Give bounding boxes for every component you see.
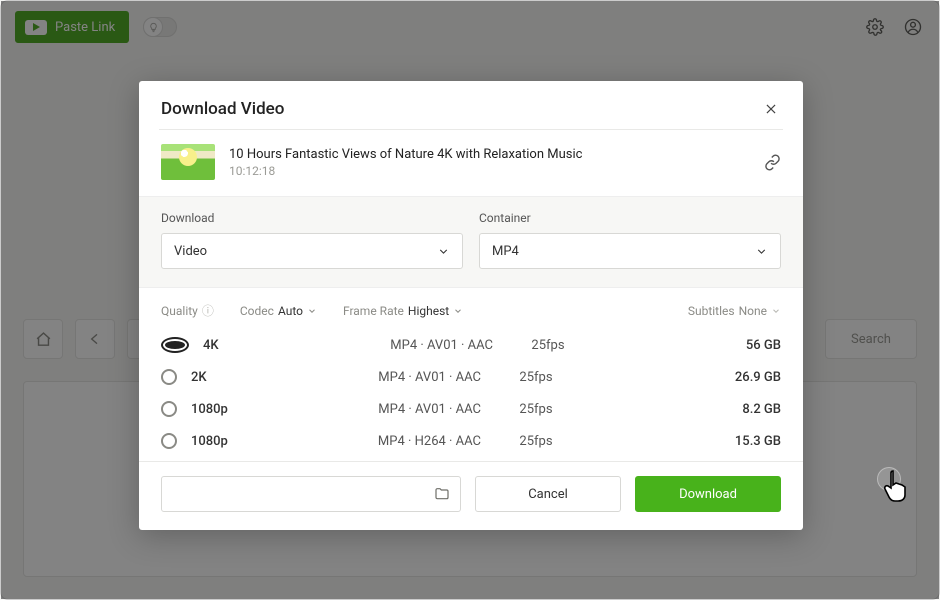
- download-label: Download: [161, 211, 463, 225]
- close-icon[interactable]: [761, 99, 781, 119]
- download-type-select[interactable]: Video: [161, 233, 463, 269]
- fps-value: 25fps: [493, 338, 603, 353]
- link-icon[interactable]: [764, 154, 781, 171]
- size-value: 8.2 GB: [591, 402, 781, 417]
- save-path-field[interactable]: [161, 476, 461, 512]
- container-select[interactable]: MP4: [479, 233, 781, 269]
- video-title: 10 Hours Fantastic Views of Nature 4K wi…: [229, 147, 750, 162]
- chevron-down-icon: [755, 245, 768, 258]
- radio-icon: [161, 433, 177, 449]
- quality-row[interactable]: 1080p MP4 · H264 · AAC 25fps 15.3 GB: [153, 425, 789, 457]
- modal-title: Download Video: [161, 99, 761, 119]
- video-info-row: 10 Hours Fantastic Views of Nature 4K wi…: [139, 130, 803, 196]
- chevron-down-icon: [437, 245, 450, 258]
- radio-icon: [161, 337, 189, 353]
- framerate-filter[interactable]: Frame Rate Highest: [343, 304, 463, 318]
- cancel-button[interactable]: Cancel: [475, 476, 621, 512]
- format-value: MP4 · AV01 · AAC: [311, 370, 481, 385]
- container-value: MP4: [492, 244, 519, 259]
- codec-filter[interactable]: Codec Auto: [240, 304, 317, 318]
- quality-row[interactable]: 4K MP4 · AV01 · AAC 25fps 56 GB: [153, 329, 789, 361]
- size-value: 15.3 GB: [591, 434, 781, 449]
- quality-value: 1080p: [191, 402, 311, 417]
- quality-row[interactable]: 1080p MP4 · AV01 · AAC 25fps 8.2 GB: [153, 393, 789, 425]
- fps-value: 25fps: [481, 370, 591, 385]
- video-thumbnail: [161, 144, 215, 180]
- download-button[interactable]: Download: [635, 476, 781, 512]
- size-value: 56 GB: [603, 338, 781, 353]
- format-value: MP4 · AV01 · AAC: [323, 338, 493, 353]
- quality-list: 4K MP4 · AV01 · AAC 25fps 56 GB 2K MP4 ·…: [139, 329, 803, 461]
- chevron-down-icon: [771, 306, 781, 316]
- quality-filter: Quality ⓘ: [161, 302, 214, 319]
- fps-value: 25fps: [481, 402, 591, 417]
- quality-row[interactable]: 2K MP4 · AV01 · AAC 25fps 26.9 GB: [153, 361, 789, 393]
- size-value: 26.9 GB: [591, 370, 781, 385]
- folder-icon: [434, 486, 450, 502]
- quality-value: 4K: [203, 338, 323, 353]
- info-icon[interactable]: ⓘ: [202, 302, 214, 319]
- container-label: Container: [479, 211, 781, 225]
- chevron-down-icon: [307, 306, 317, 316]
- download-video-modal: Download Video 10 Hours Fantastic Views …: [139, 81, 803, 530]
- chevron-down-icon: [453, 306, 463, 316]
- radio-icon: [161, 369, 177, 385]
- subtitles-filter[interactable]: Subtitles None: [688, 304, 781, 318]
- quality-value: 1080p: [191, 434, 311, 449]
- fps-value: 25fps: [481, 434, 591, 449]
- video-duration: 10:12:18: [229, 164, 750, 178]
- format-value: MP4 · AV01 · AAC: [311, 402, 481, 417]
- radio-icon: [161, 401, 177, 417]
- download-type-value: Video: [174, 244, 207, 259]
- quality-value: 2K: [191, 370, 311, 385]
- format-value: MP4 · H264 · AAC: [311, 434, 481, 449]
